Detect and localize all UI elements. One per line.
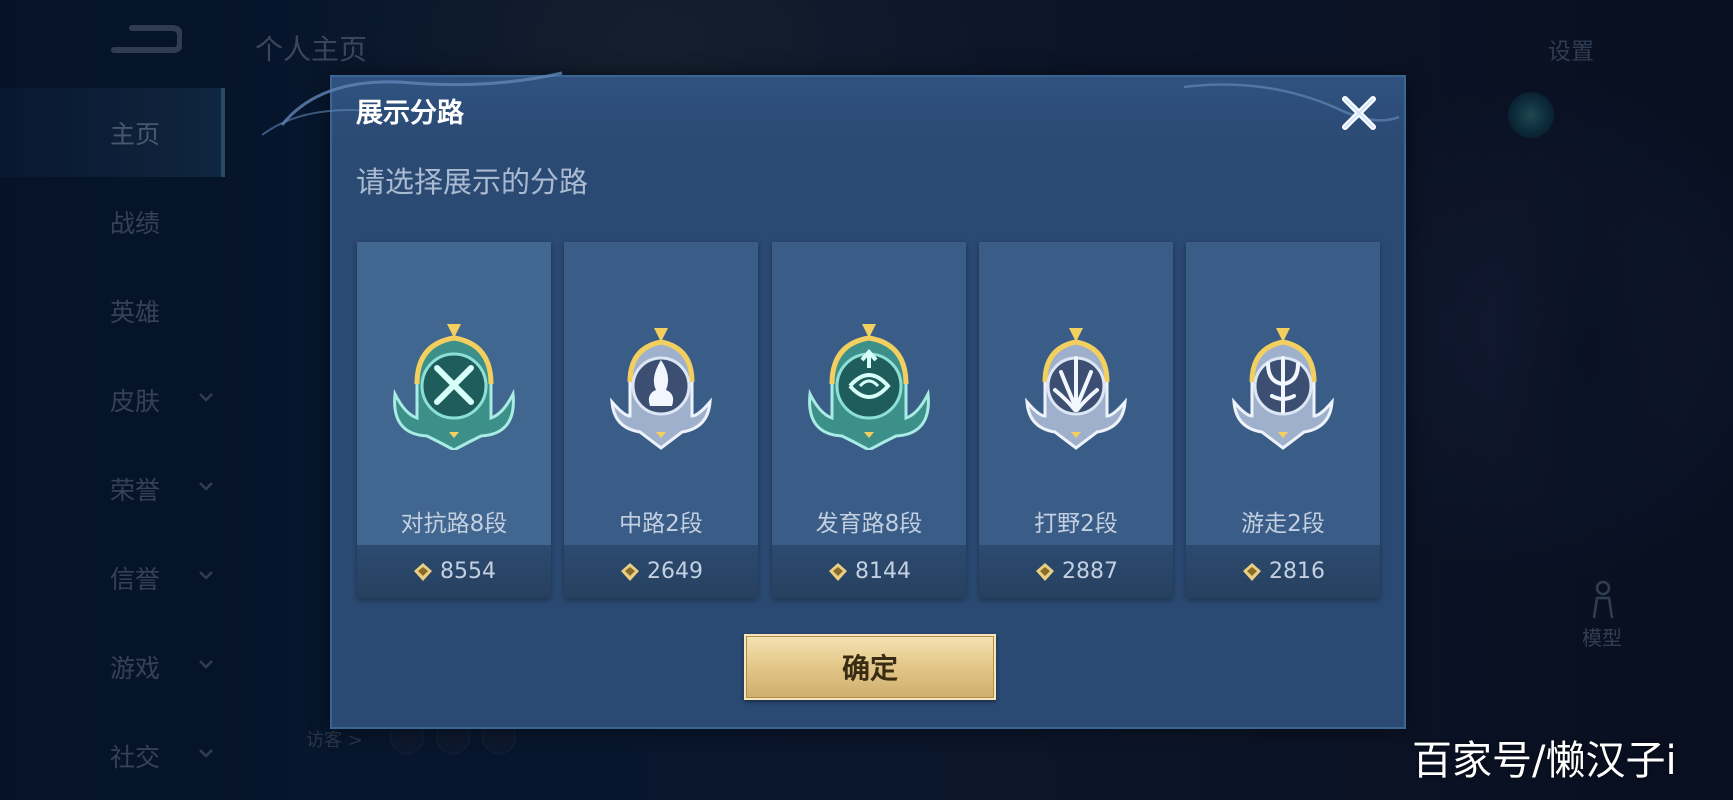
watermark: 百家号/懒汉子i [1412,738,1677,784]
swords-emblem-icon [393,324,515,450]
points-icon [414,562,432,581]
points-bar: 2816 [1186,545,1380,598]
close-icon [1342,96,1376,130]
lane-points: 8144 [855,559,911,584]
points-icon [829,562,847,581]
lane-rank: 游走2段 [1241,511,1325,537]
claw-emblem-icon [1025,328,1127,450]
trident-emblem-icon [1232,328,1334,450]
lane-card-top[interactable]: 对抗路8段 8554 [357,242,551,598]
bow-emblem-icon [808,324,930,450]
lane-card-jungle[interactable]: 打野2段 2887 [979,242,1173,598]
points-icon [1243,562,1261,581]
lane-card-list: 对抗路8段 8554 中路2段 2649 发育路8段 8144 打野2段 288… [357,242,1381,602]
dialog-subtitle: 请选择展示的分路 [356,165,589,199]
confirm-button[interactable]: 确定 [744,634,996,700]
lane-points: 2816 [1269,559,1325,584]
points-bar: 2649 [564,545,758,598]
lane-card-mid[interactable]: 中路2段 2649 [564,242,758,598]
points-icon [1036,562,1054,581]
close-button[interactable] [1335,89,1383,137]
points-bar: 8554 [357,545,551,598]
lane-rank: 对抗路8段 [400,511,508,537]
lane-rank: 中路2段 [619,511,703,537]
points-bar: 2887 [979,545,1173,598]
points-icon [621,562,639,581]
lane-points: 8554 [440,559,496,584]
dialog-title: 展示分路 [356,98,464,129]
lane-select-dialog: 展示分路 请选择展示的分路 对抗路8段 8554 中路2段 2649 发育路8段… [262,71,1406,729]
lane-rank: 打野2段 [1034,511,1118,537]
flame-emblem-icon [610,328,712,450]
lane-rank: 发育路8段 [815,511,923,537]
lane-card-bot[interactable]: 发育路8段 8144 [772,242,966,598]
points-bar: 8144 [772,545,966,598]
lane-points: 2649 [647,559,703,584]
lane-points: 2887 [1062,559,1118,584]
lane-card-roam[interactable]: 游走2段 2816 [1186,242,1380,598]
